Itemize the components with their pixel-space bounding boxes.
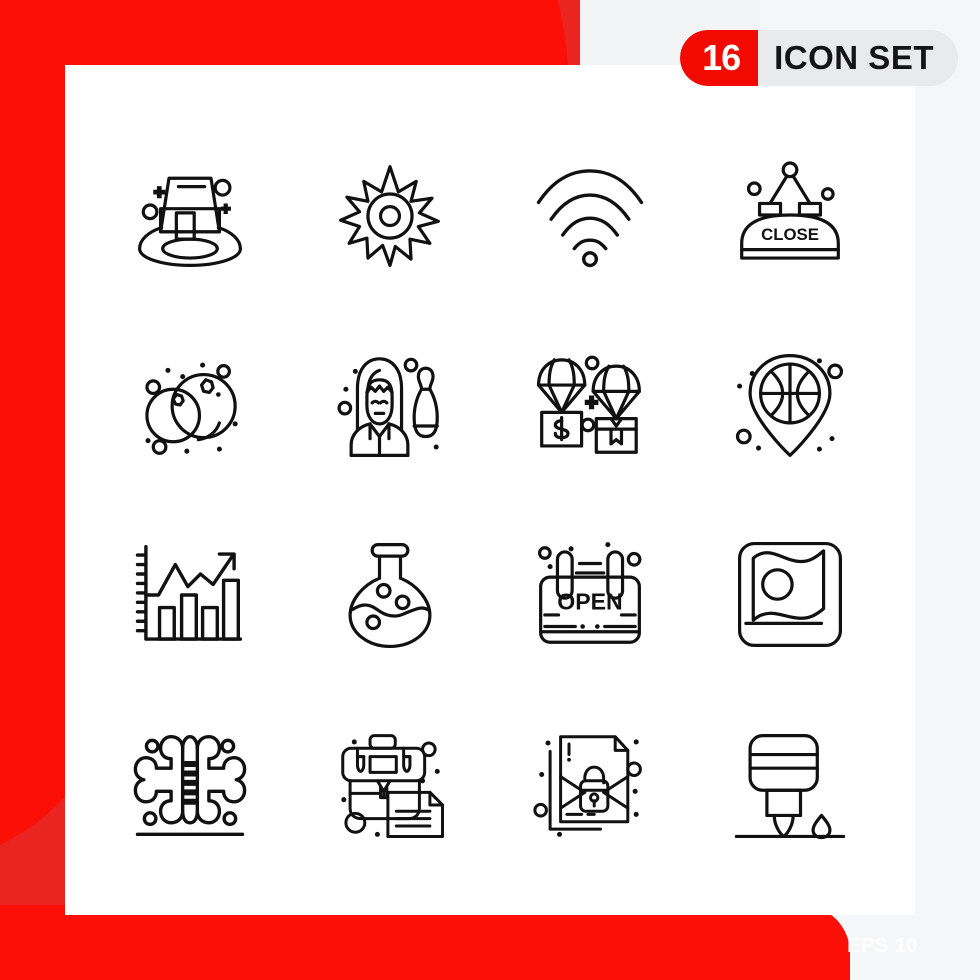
icon-cell-14[interactable] [290,690,490,880]
bone-cross-icon [127,722,253,848]
basketball-location-icon [727,342,853,468]
page-title: ICON SET [774,39,934,76]
close-sign-text: CLOSE [761,225,819,244]
icon-cell-4[interactable]: CLOSE [690,120,890,310]
icon-cell-12[interactable] [690,500,890,690]
icon-set-poster: 16 ICON SET EPS 10 CLOSE OPEN [0,0,980,980]
secure-document-icon [527,722,653,837]
icon-cell-9[interactable] [90,500,290,690]
bubbles-icon [127,362,238,468]
open-sign-icon: OPEN [527,542,653,658]
icon-count: 16 [680,30,759,86]
icon-cell-13[interactable] [90,690,290,880]
red-bottom-bar [0,905,850,980]
close-sign-icon: CLOSE [727,152,853,278]
icon-cell-8[interactable] [690,310,890,500]
woman-bowling-pin-icon [327,342,453,468]
sun-icon [327,152,453,278]
icon-cell-7[interactable] [490,310,690,500]
icon-cell-16[interactable] [690,690,890,880]
growth-chart-icon [127,532,253,658]
open-sign-text: OPEN [557,589,622,615]
pilgrim-hat-icon [127,152,253,278]
ink-dropper-icon [727,722,853,848]
icon-cell-2[interactable] [290,120,490,310]
icon-cell-5[interactable] [90,310,290,500]
icon-cell-3[interactable] [490,120,690,310]
icon-grid: CLOSE OPEN [90,120,890,880]
icon-cell-1[interactable] [90,120,290,310]
icon-cell-6[interactable] [290,310,490,500]
icon-cell-11[interactable]: OPEN [490,500,690,690]
lab-flask-icon [327,532,453,658]
eps-format-label: EPS 10 [847,935,918,957]
parachute-delivery-icon [527,342,653,468]
wifi-signal-icon [527,152,653,278]
header-badge: 16 ICON SET [680,30,958,86]
briefcase-documents-icon [327,722,453,848]
flag-frame-icon [727,532,853,658]
icon-cell-10[interactable] [290,500,490,690]
icon-cell-15[interactable] [490,690,690,880]
